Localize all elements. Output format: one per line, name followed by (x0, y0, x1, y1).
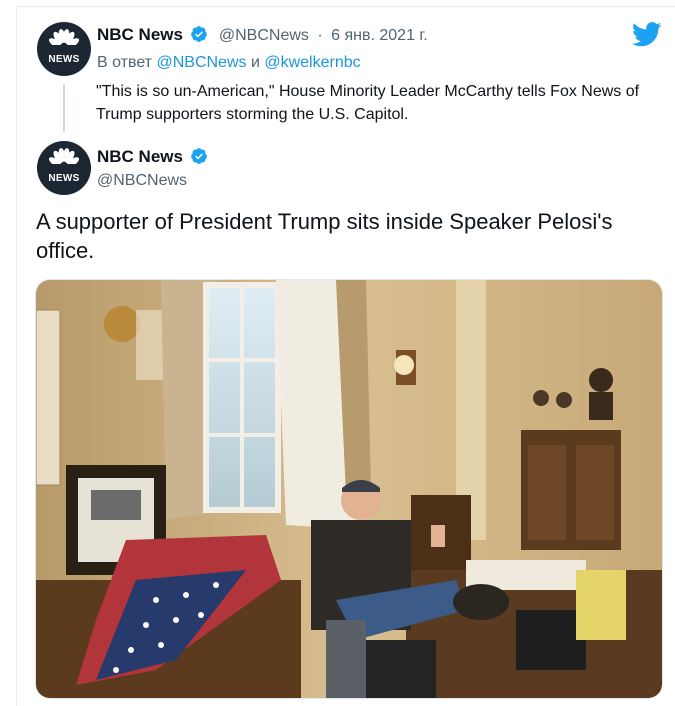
nbc-peacock-logo (48, 148, 80, 169)
main-tweet-text: A supporter of President Trump sits insi… (36, 209, 613, 263)
display-name[interactable]: NBC News (97, 147, 183, 166)
office-photo-illustration (36, 280, 662, 698)
display-name[interactable]: NBC News (97, 25, 183, 44)
separator-dot: · (317, 27, 323, 44)
reply-mention-link[interactable]: @NBCNews (156, 54, 246, 71)
thread-connector (63, 84, 65, 132)
avatar-label: NEWS (48, 54, 80, 65)
nbc-peacock-logo (48, 29, 80, 50)
avatar[interactable]: NEWS (37, 141, 91, 195)
avatar-label: NEWS (48, 173, 80, 184)
verified-badge-icon (191, 148, 208, 164)
tweet-photo[interactable] (36, 280, 662, 698)
user-handle[interactable]: @NBCNews (219, 27, 309, 44)
tweet-date[interactable]: 6 янв. 2021 г. (331, 27, 428, 44)
user-handle[interactable]: @NBCNews (97, 172, 187, 190)
reply-context: В ответ @NBCNews и @kwelkernbc (97, 54, 361, 72)
twitter-bird-icon[interactable] (632, 22, 662, 47)
reply-tweet-text: "This is so un-American," House Minority… (96, 83, 640, 123)
reply-conjunction: и (250, 54, 260, 71)
reply-prefix: В ответ (97, 54, 153, 71)
main-tweet-header: NBC News (97, 147, 208, 167)
reply-mention-link[interactable]: @kwelkernbc (264, 54, 360, 71)
reply-tweet-header: NBC News @NBCNews · 6 янв. 2021 г. (97, 25, 428, 45)
verified-badge-icon (191, 26, 208, 42)
avatar[interactable]: NEWS (37, 22, 91, 76)
